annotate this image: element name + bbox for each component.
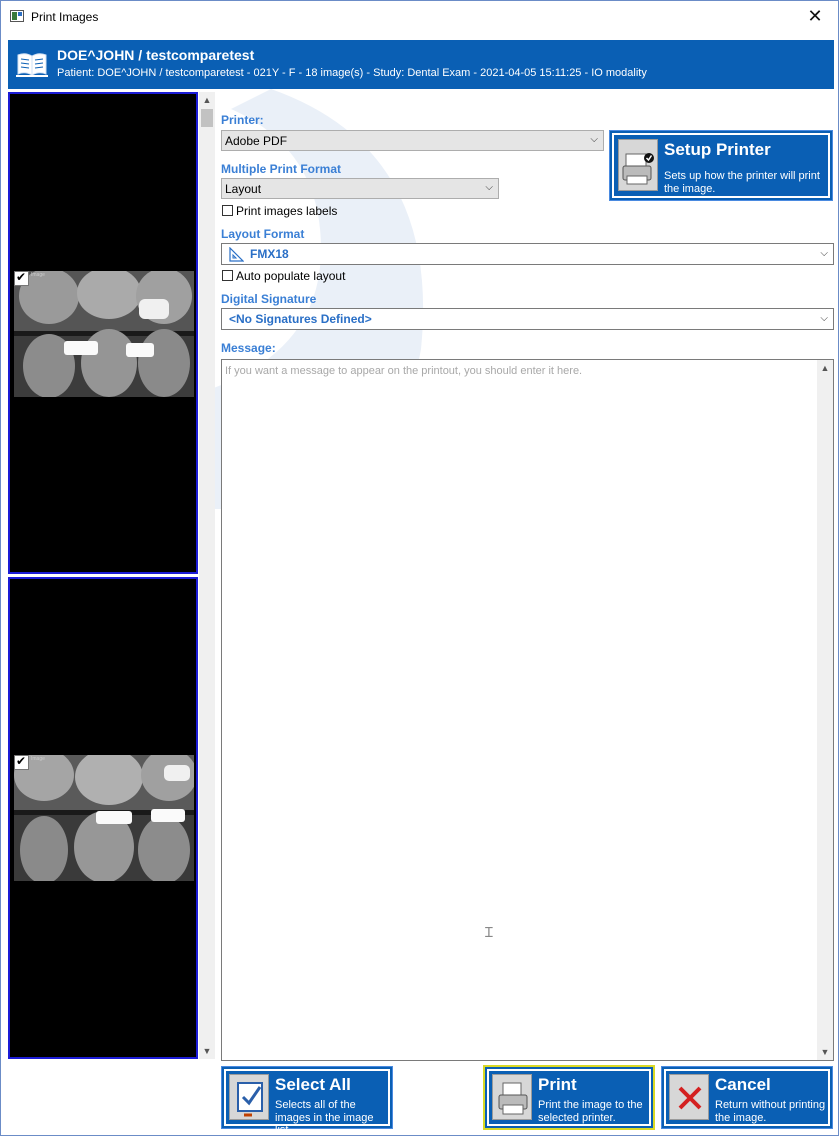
- select-all-desc-1: Selects all of the: [275, 1099, 356, 1111]
- select-all-title: Select All: [275, 1075, 351, 1094]
- digital-signature-label: Digital Signature: [221, 292, 317, 306]
- cancel-button[interactable]: Cancel Return without printing the image…: [661, 1066, 833, 1129]
- layout-format-value: FMX18: [250, 247, 289, 261]
- printer-icon: [618, 139, 658, 191]
- multiple-print-format-value: Layout: [225, 182, 262, 196]
- select-all-icon: [229, 1074, 269, 1120]
- thumbnail-label: Image: [31, 756, 45, 762]
- scroll-thumb[interactable]: [201, 109, 213, 127]
- printer-label: Printer:: [221, 113, 264, 127]
- thumbnail-checkbox[interactable]: [14, 270, 29, 286]
- cancel-desc-2: the image.: [715, 1112, 767, 1124]
- cancel-title: Cancel: [715, 1075, 771, 1094]
- thumbnail-checkbox[interactable]: [14, 754, 29, 770]
- setup-printer-title: Setup Printer: [664, 140, 771, 159]
- print-images-labels-label: Print images labels: [236, 204, 338, 218]
- print-images-window: Print Images ✕ DOE^JOHN / testcomparetes…: [0, 0, 839, 1136]
- chevron-down-icon: ⌵: [485, 182, 493, 193]
- print-desc-1: Print the image to the: [538, 1099, 643, 1111]
- print-button[interactable]: Print Print the image to the selected pr…: [483, 1065, 655, 1130]
- multiple-print-format-select[interactable]: Layout ⌵: [221, 178, 499, 199]
- patient-header: DOE^JOHN / testcomparetest Patient: DOE^…: [8, 40, 834, 89]
- message-label: Message:: [221, 341, 276, 355]
- digital-signature-value: <No Signatures Defined>: [229, 312, 372, 326]
- patient-name: DOE^JOHN / testcomparetest: [57, 47, 255, 63]
- setup-printer-desc-2: the image.: [664, 183, 716, 195]
- app-icon: [10, 10, 24, 22]
- book-icon: [16, 53, 48, 77]
- title-bar: Print Images ✕: [1, 1, 838, 33]
- digital-signature-select[interactable]: <No Signatures Defined> ⌵: [221, 308, 834, 330]
- xray-image: [14, 271, 194, 397]
- select-all-button[interactable]: Select All Selects all of the images in …: [221, 1066, 393, 1136]
- printer-select[interactable]: Adobe PDF ⌵: [221, 130, 604, 151]
- close-icon: [669, 1074, 709, 1120]
- printer-value: Adobe PDF: [225, 134, 288, 148]
- layout-format-select[interactable]: FMX18 ⌵: [221, 243, 834, 265]
- setup-printer-button[interactable]: Setup Printer Sets up how the printer wi…: [609, 130, 833, 201]
- print-title: Print: [538, 1075, 577, 1094]
- message-textarea[interactable]: If you want a message to appear on the p…: [221, 359, 834, 1061]
- chevron-down-icon: ⌵: [590, 134, 598, 145]
- layout-format-label: Layout Format: [221, 227, 305, 241]
- scroll-up-icon[interactable]: ▲: [199, 92, 215, 108]
- auto-populate-checkbox[interactable]: [222, 270, 233, 281]
- scroll-down-icon[interactable]: ▼: [817, 1044, 833, 1060]
- cancel-desc-1: Return without printing: [715, 1099, 826, 1111]
- scroll-up-icon[interactable]: ▲: [817, 360, 833, 376]
- printer-icon: [492, 1074, 532, 1120]
- setup-printer-desc-1: Sets up how the printer will print: [664, 170, 820, 182]
- auto-populate-label: Auto populate layout: [236, 269, 346, 283]
- window-title: Print Images: [31, 10, 99, 24]
- text-cursor-icon: Ɪ: [485, 924, 493, 940]
- message-placeholder: If you want a message to appear on the p…: [225, 365, 583, 377]
- close-button[interactable]: ✕: [792, 1, 838, 32]
- message-scrollbar[interactable]: ▲ ▼: [817, 360, 833, 1060]
- layout-ruler-icon: [229, 247, 244, 262]
- select-all-desc-2: images in the image list.: [275, 1112, 374, 1136]
- thumbnail-item[interactable]: Image: [8, 92, 198, 574]
- xray-image: [14, 755, 194, 881]
- thumbnail-list[interactable]: Image Image: [8, 92, 198, 1059]
- patient-details: Patient: DOE^JOHN / testcomparetest - 02…: [57, 67, 647, 79]
- scroll-down-icon[interactable]: ▼: [199, 1043, 215, 1059]
- thumbnail-item[interactable]: Image: [8, 577, 198, 1059]
- print-images-labels-checkbox[interactable]: [222, 205, 233, 216]
- print-desc-2: selected printer.: [538, 1112, 616, 1124]
- thumbnail-label: Image: [31, 272, 45, 278]
- multiple-print-format-label: Multiple Print Format: [221, 162, 341, 176]
- thumbnail-scrollbar[interactable]: ▲ ▼: [199, 92, 215, 1059]
- chevron-down-icon: ⌵: [820, 313, 828, 324]
- chevron-down-icon: ⌵: [820, 248, 828, 259]
